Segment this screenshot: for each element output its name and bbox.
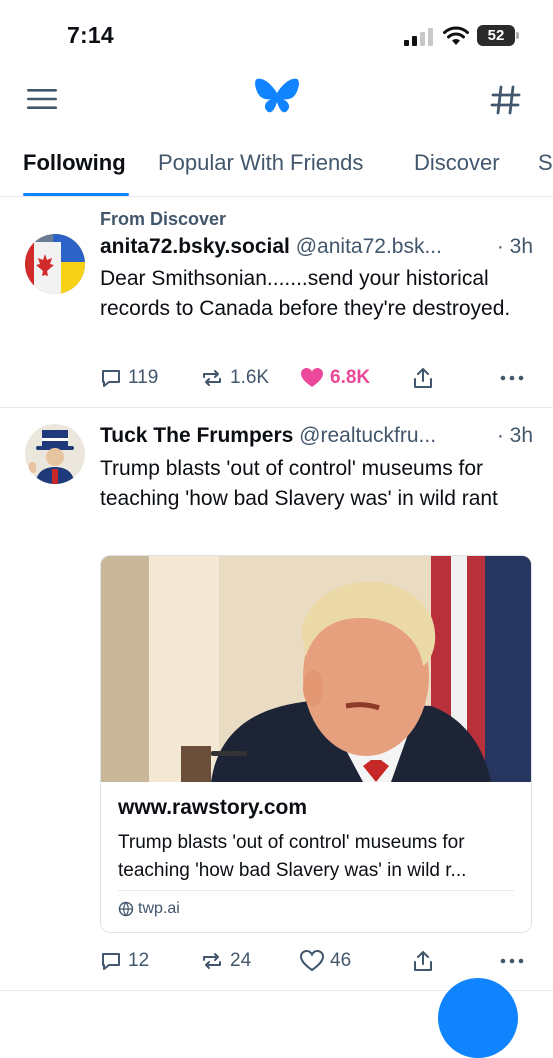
post-context-label: From Discover <box>100 209 227 229</box>
like-icon <box>301 368 323 387</box>
active-tab-indicator <box>23 193 129 196</box>
link-source-text: twp.ai <box>138 900 180 917</box>
post-time: · 3h <box>490 424 533 448</box>
link-title: Trump blasts 'out of control' museums fo… <box>118 832 467 881</box>
wifi-icon <box>443 26 469 45</box>
link-preview-image <box>101 556 531 782</box>
repost-button[interactable]: 24 <box>200 946 251 976</box>
feed-tabs: Following Popular With Friends Discover … <box>0 132 553 197</box>
globe-icon <box>118 901 134 917</box>
like-button[interactable]: 46 <box>300 946 351 976</box>
repost-button[interactable]: 1.6K <box>200 363 269 393</box>
author-handle[interactable]: @realtuckfru... <box>299 424 436 447</box>
post-header: anita72.bsky.social @anita72.bsk... <box>100 235 533 259</box>
avatar-flags-image <box>25 234 85 294</box>
like-count: 46 <box>330 950 352 971</box>
feed-post[interactable]: From Discover anita72.bsky.social @anita… <box>0 197 553 407</box>
author-name[interactable]: Tuck The Frumpers <box>100 424 293 447</box>
reply-count: 119 <box>128 367 159 388</box>
menu-icon[interactable] <box>26 87 58 111</box>
like-button[interactable]: 6.8K <box>300 363 370 393</box>
post-actions: 12 24 46 <box>100 946 530 976</box>
reply-count: 12 <box>128 950 150 971</box>
post-time: · 3h <box>490 235 533 259</box>
signal-icon <box>404 28 433 46</box>
repost-icon <box>203 953 221 969</box>
reply-button[interactable]: 119 <box>100 363 158 393</box>
more-options-button[interactable] <box>500 946 530 976</box>
link-source: twp.ai <box>118 900 180 918</box>
hashtag-icon[interactable] <box>490 84 522 116</box>
avatar[interactable] <box>25 234 85 294</box>
post-header: Tuck The Frumpers @realtuckfru... <box>100 424 533 448</box>
link-preview-card[interactable]: www.rawstory.com Trump blasts 'out of co… <box>100 555 532 933</box>
status-time: 7:14 <box>67 22 114 48</box>
compose-post-button[interactable] <box>438 978 518 1058</box>
tab-overflow[interactable]: S <box>538 150 553 176</box>
tab-popular-with-friends[interactable]: Popular With Friends <box>158 150 363 176</box>
author-name[interactable]: anita72.bsky.social <box>100 235 290 258</box>
share-button[interactable] <box>412 363 440 393</box>
share-button[interactable] <box>412 946 440 976</box>
reply-icon <box>102 370 120 387</box>
more-options-button[interactable] <box>500 363 530 393</box>
more-icon <box>500 958 524 964</box>
like-icon <box>300 950 324 972</box>
tab-discover[interactable]: Discover <box>414 150 500 176</box>
butterfly-logo-icon[interactable] <box>254 76 300 116</box>
link-domain: www.rawstory.com <box>118 796 308 819</box>
reply-button[interactable]: 12 <box>100 946 149 976</box>
like-count: 6.8K <box>330 367 371 388</box>
battery-level: 52 <box>487 27 505 44</box>
more-icon <box>500 375 524 381</box>
repost-count: 1.6K <box>230 367 270 388</box>
status-bar: 7:14 52 <box>0 0 553 66</box>
post-actions: 119 1.6K 6.8K <box>100 363 530 393</box>
share-icon <box>414 951 432 971</box>
repost-icon <box>203 370 221 386</box>
battery-icon: 52 <box>477 25 519 46</box>
avatar[interactable] <box>25 424 85 484</box>
post-text: Dear Smithsonian.......send your histori… <box>100 267 511 320</box>
top-bar <box>0 66 553 132</box>
reply-icon <box>102 953 120 970</box>
share-icon <box>414 368 432 388</box>
card-divider <box>118 890 514 891</box>
author-handle[interactable]: @anita72.bsk... <box>296 235 442 258</box>
tab-following[interactable]: Following <box>23 150 126 176</box>
avatar-uncle-sam-image <box>25 424 85 484</box>
repost-count: 24 <box>230 950 252 971</box>
post-text: Trump blasts 'out of control' museums fo… <box>100 457 498 510</box>
